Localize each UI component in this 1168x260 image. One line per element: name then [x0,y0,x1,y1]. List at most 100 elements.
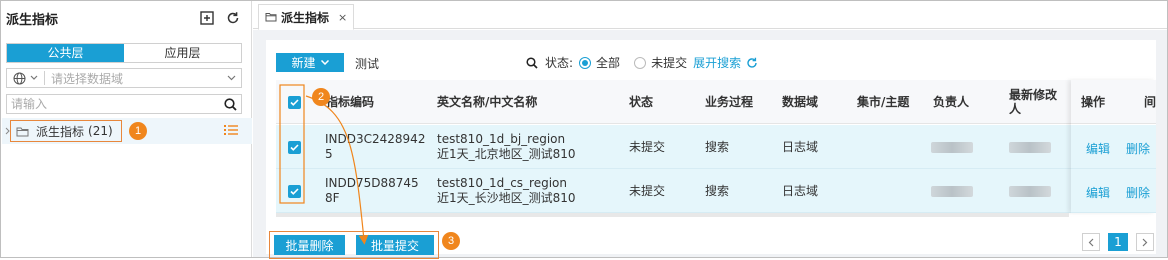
owner-blurred [931,185,973,197]
metric-code-line2: 8F [325,191,340,205]
tab-derived-metrics[interactable]: 派生指标 × [258,4,354,30]
fixed-ops-column: 操作 间 编辑 删除 编辑 删除 [1071,80,1156,213]
radio-unsubmitted[interactable] [634,56,647,69]
callout-badge-1: 1 [129,122,147,140]
content-panel: 新建 测试 状态: 全部 未提交 展开搜索 指标编码 英文名称/中文名称 状态 … [266,40,1156,259]
folder-icon [16,125,30,137]
edit-link[interactable]: 编辑 [1086,140,1110,157]
expand-search-link[interactable]: 展开搜索 [693,54,741,71]
metrics-table: 指标编码 英文名称/中文名称 状态 业务过程 数据域 集市/主题 负责人 最新修… [276,80,1156,217]
tree-row: 派生指标 (21) [2,118,252,144]
delete-link[interactable]: 删除 [1126,140,1150,157]
owner-blurred [931,141,973,153]
radio-unsubmitted-label[interactable]: 未提交 [651,54,687,71]
metric-status: 未提交 [629,139,666,154]
pager-current-page[interactable]: 1 [1108,233,1128,251]
metric-name-en: test810_1d_bj_region [437,132,566,146]
col-header-domain: 数据域 [782,95,819,109]
radio-all[interactable] [579,56,592,69]
batch-actions: 批量删除 批量提交 [269,231,439,259]
close-icon[interactable]: × [338,11,347,24]
tab-label: 派生指标 [281,10,330,25]
radio-all-label[interactable]: 全部 [596,54,620,71]
row-checkbox[interactable] [288,184,301,198]
refresh-icon[interactable] [225,10,241,26]
folder-icon [265,12,277,22]
table-header: 指标编码 英文名称/中文名称 状态 业务过程 数据域 集市/主题 负责人 最新修… [276,80,1156,124]
metric-code: INDD75D88745 8F [325,169,419,213]
chevron-down-icon[interactable] [224,75,238,81]
search-icon [526,56,540,70]
ops-row: 编辑 删除 [1071,125,1156,169]
search-icon[interactable] [221,97,239,111]
new-button[interactable]: 新建 [276,53,344,72]
col-header-name: 英文名称/中文名称 [437,95,538,109]
modifier-blurred [1009,141,1051,153]
refresh-icon[interactable] [746,56,759,69]
pager-prev-button[interactable] [1082,233,1100,251]
domain-select[interactable]: 请选择数据域 [6,68,242,88]
delete-link[interactable]: 删除 [1126,184,1150,201]
ops-row: 编辑 删除 [1071,169,1156,213]
sidebar: 派生指标 公共层 应用层 请选择数据域 请输入 派生指标 (21) 1 [1,1,252,257]
col-header-modified-line1: 最新修改 [1009,88,1058,102]
batch-delete-button[interactable]: 批量删除 [274,235,345,255]
pager-next-button[interactable] [1136,233,1154,251]
metric-domain: 日志域 [782,139,819,154]
row-checkbox[interactable] [288,140,301,154]
metric-name-cn: 近1天_长沙地区_测试810 [437,191,576,205]
metric-code: INDD3C2428942 5 [325,125,425,169]
tree-node-derived-metrics[interactable]: 派生指标 (21) [10,120,122,142]
tab-bar: 派生指标 × [253,1,1167,30]
tab-public-layer[interactable]: 公共层 [7,44,124,62]
test-link[interactable]: 测试 [355,55,379,72]
metric-name-cn: 近1天_北京地区_测试810 [437,147,576,161]
batch-submit-button[interactable]: 批量提交 [356,235,434,255]
tree-node-label: 派生指标 [36,124,85,139]
metric-process: 搜索 [705,183,730,198]
col-header-status: 状态 [629,95,654,109]
chevron-down-icon[interactable] [28,75,40,81]
horizontal-scrollbar[interactable] [276,213,1069,217]
callout-badge-3: 3 [442,232,460,250]
layer-switch: 公共层 应用层 [6,43,242,63]
globe-icon [10,69,28,87]
metric-name: test810_1d_bj_region 近1天_北京地区_测试810 [437,125,576,169]
sidebar-title: 派生指标 [6,13,59,28]
status-label: 状态: [545,56,574,70]
table-row[interactable]: INDD75D88745 8F test810_1d_cs_region 近1天… [276,169,1084,213]
ops-header: 操作 间 [1071,80,1156,124]
chevron-down-icon [320,60,329,65]
list-icon[interactable] [224,124,240,138]
col-header-code: 指标编码 [326,95,375,109]
metric-domain: 日志域 [782,183,819,198]
table-row[interactable]: INDD3C2428942 5 test810_1d_bj_region 近1天… [276,125,1084,169]
metric-status: 未提交 [629,183,666,198]
col-header-modified-line2: 人 [1009,102,1022,116]
metric-process: 搜索 [705,139,730,154]
main-content: 新建 测试 状态: 全部 未提交 展开搜索 指标编码 英文名称/中文名称 状态 … [253,30,1167,259]
select-all-checkbox[interactable] [288,95,301,109]
callout-badge-2: 2 [312,88,330,106]
metric-code-line2: 5 [325,147,333,161]
metric-code-line1: INDD3C2428942 [325,132,426,146]
domain-placeholder: 请选择数据域 [51,71,124,86]
edit-link[interactable]: 编辑 [1086,184,1110,201]
toolbar: 新建 测试 状态: 全部 未提交 展开搜索 [276,50,1156,72]
status-filter: 状态: 全部 未提交 展开搜索 [526,54,759,71]
add-icon[interactable] [199,10,215,26]
col-header-modified: 最新修改 人 [1009,80,1057,124]
search-input[interactable] [7,95,221,113]
tree-node-count: (21) [88,124,113,138]
new-button-label: 新建 [291,56,316,70]
col-header-ops: 操作 [1081,95,1106,109]
divider [44,71,45,85]
sidebar-search [6,94,242,114]
metric-name: test810_1d_cs_region 近1天_长沙地区_测试810 [437,169,576,213]
col-header-mart: 集市/主题 [857,95,910,109]
col-header-owner: 负责人 [933,95,970,109]
metric-code-line1: INDD75D88745 [325,176,419,190]
metric-name-en: test810_1d_cs_region [437,176,568,190]
modifier-blurred [1009,185,1051,197]
tab-app-layer[interactable]: 应用层 [124,44,241,62]
